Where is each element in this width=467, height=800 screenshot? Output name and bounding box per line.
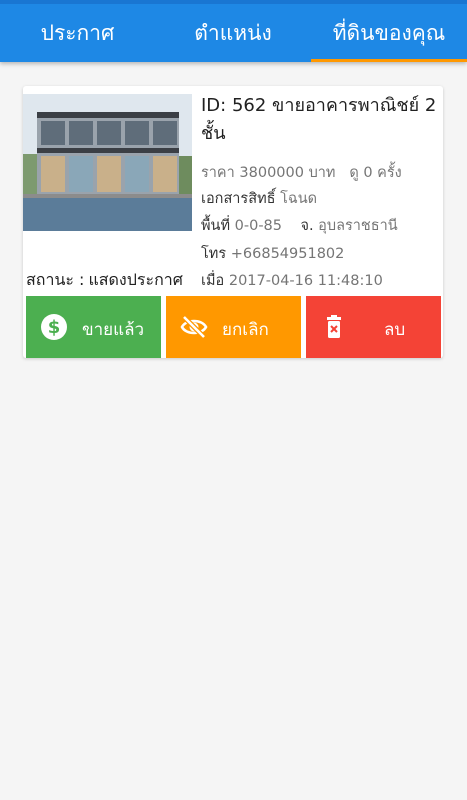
deed-value: โฉนด (280, 191, 318, 207)
mark-sold-button[interactable]: $ ขายแล้ว (26, 296, 161, 358)
mark-sold-label: ขายแล้ว (82, 320, 145, 340)
delete-listing-label: ลบ (384, 320, 406, 340)
tab-label: ประกาศ (40, 20, 115, 45)
delete-listing-button[interactable]: ลบ (306, 296, 441, 358)
trash-icon (327, 315, 341, 338)
listing-card[interactable]: สถานะ : แสดงประกาศ ID: 562 ขายอาคารพาณิชย… (23, 86, 443, 358)
listing-title: ID: 562 ขายอาคารพาณิชย์ 2 ชั้น (201, 95, 437, 144)
phone-value: +66854951802 (230, 246, 345, 262)
price-label: ราคา (201, 165, 235, 181)
date-value: 2017-04-16 11:48:10 (228, 273, 383, 289)
tab-location[interactable]: ตำแหน่ง (155, 4, 311, 62)
area-value: 0-0-85 (234, 218, 283, 234)
dollar-circle-icon: $ (41, 314, 67, 340)
date-label: เมื่อ (201, 273, 225, 289)
tab-label: ที่ดินของคุณ (332, 20, 446, 45)
cancel-listing-button[interactable]: ยกเลิก (166, 296, 301, 358)
views-label: ดู (349, 165, 359, 181)
phone-row: โทร +66854951802 (201, 242, 344, 265)
cancel-listing-label: ยกเลิก (222, 320, 269, 340)
tab-your-land[interactable]: ที่ดินของคุณ (311, 4, 467, 62)
area-label: พื้นที่ (201, 218, 231, 234)
top-tab-bar: ประกาศ ตำแหน่ง ที่ดินของคุณ (0, 0, 467, 62)
price-value: 3800000 บาท (239, 165, 336, 181)
tab-label: ตำแหน่ง (194, 20, 272, 45)
province-value: อุบลราชธานี (318, 218, 398, 234)
tab-announcements[interactable]: ประกาศ (0, 4, 155, 62)
phone-label: โทร (201, 246, 227, 262)
price-row: ราคา 3800000 บาท ดู 0 ครั้ง (201, 161, 402, 184)
status-label: สถานะ : (26, 270, 85, 289)
views-value: 0 ครั้ง (363, 165, 402, 181)
active-tab-indicator (311, 59, 467, 62)
eye-off-icon (180, 315, 208, 339)
listing-actions: $ ขายแล้ว ยกเลิก ลบ (26, 296, 441, 358)
area-row: พื้นที่ 0-0-85 จ. อุบลราชธานี (201, 214, 398, 237)
deed-label: เอกสารสิทธิ์ (201, 191, 276, 207)
status-value: แสดงประกาศ (88, 270, 183, 289)
deed-row: เอกสารสิทธิ์ โฉนด (201, 187, 317, 210)
listing-status: สถานะ : แสดงประกาศ (26, 268, 183, 293)
listing-photo (23, 94, 192, 231)
date-row: เมื่อ 2017-04-16 11:48:10 (201, 269, 383, 292)
svg-text:$: $ (48, 317, 61, 338)
province-label: จ. (300, 218, 314, 234)
